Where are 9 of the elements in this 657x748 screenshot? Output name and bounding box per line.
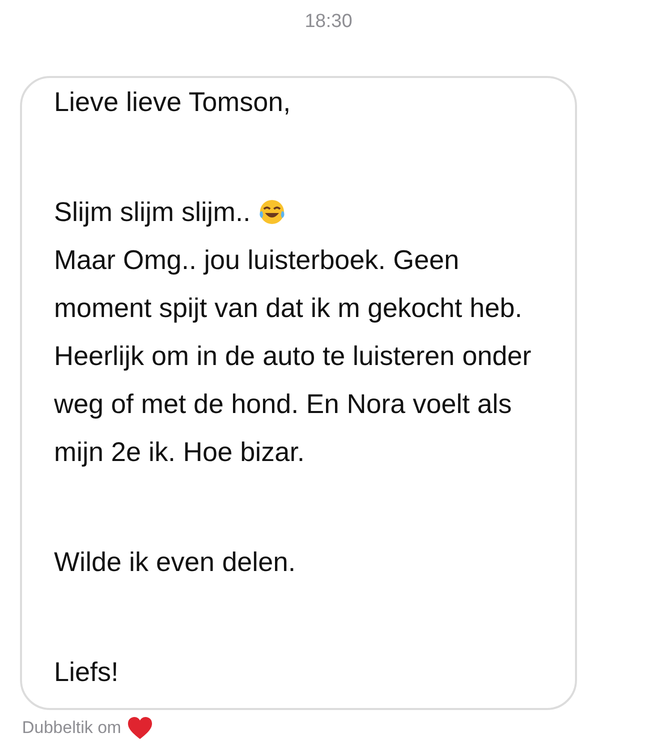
message-text: Slijm slijm slijm..: [54, 196, 250, 229]
message-text: Liefs!: [54, 656, 120, 689]
message-text: Maar Omg.. jou luisterboek. Geen moment spijt van dat ik m gekocht heb. Heerlijk om in de auto te luisteren onder weg of met de hond. En Nora voelt als mijn 2e ik. Hoe bizar.: [54, 244, 532, 469]
message-text: Lieve lieve Tomson,: [54, 86, 292, 119]
hint-text: Dubbeltik om: [22, 718, 122, 738]
laughing-emoji-icon: [258, 198, 286, 226]
message-text: Wilde ik even delen.: [54, 546, 297, 579]
heart-icon: [127, 716, 154, 740]
timestamp: 18:30: [304, 10, 354, 34]
